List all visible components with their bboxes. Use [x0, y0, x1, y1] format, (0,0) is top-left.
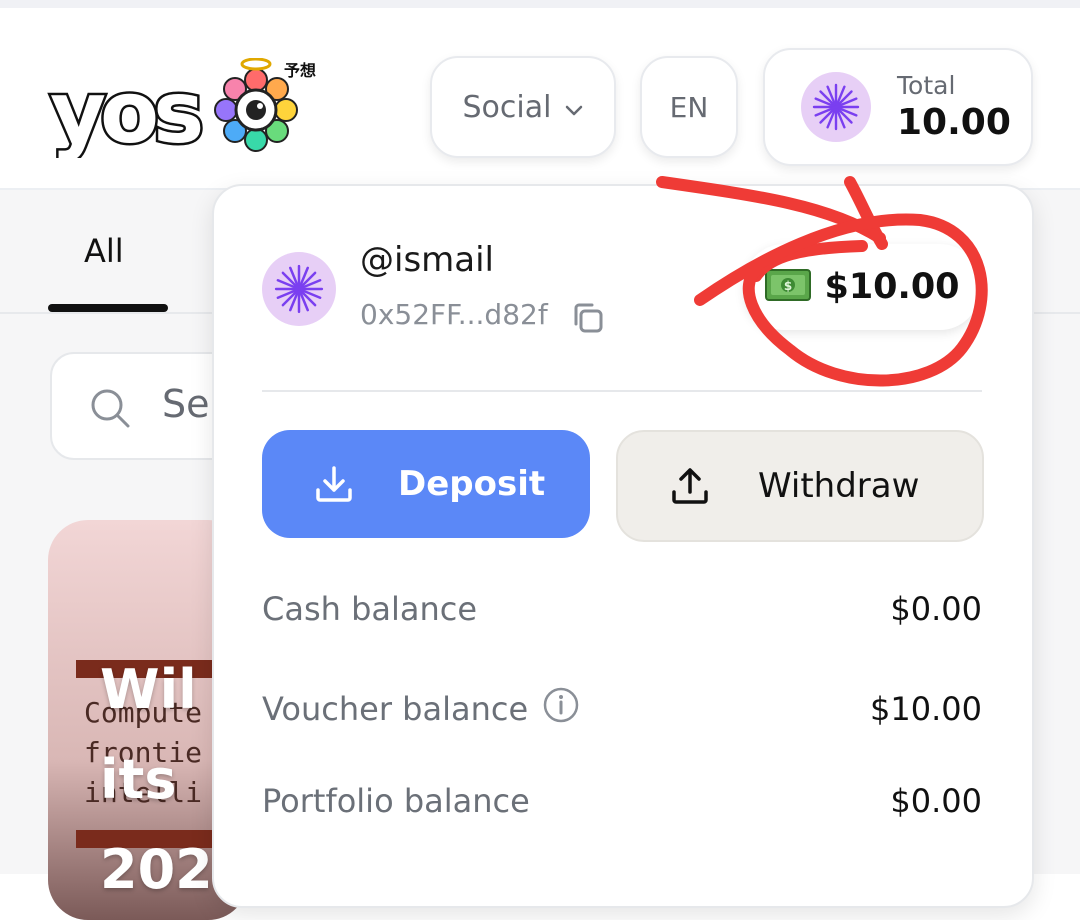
logo-kanji: 予想	[284, 61, 316, 80]
svg-text:$: $	[784, 279, 792, 293]
username: @ismail	[360, 240, 495, 280]
cash-balance-label: Cash balance	[262, 590, 478, 628]
voucher-balance-row: Voucher balance $10.00	[262, 686, 982, 732]
dollar-bills-icon: $	[764, 268, 812, 306]
search-placeholder: Se	[162, 382, 210, 426]
chevron-down-icon	[565, 90, 583, 125]
voucher-balance-label: Voucher balance	[262, 690, 529, 728]
info-icon[interactable]	[542, 686, 580, 732]
withdraw-label: Withdraw	[758, 466, 920, 506]
withdraw-button[interactable]: Withdraw	[616, 430, 984, 542]
app-header: yos 予想 Social EN Total 10.00	[0, 8, 1080, 190]
dropdown-divider	[262, 390, 982, 392]
top-strip	[0, 0, 1080, 8]
user-avatar-icon	[262, 252, 336, 326]
deposit-button[interactable]: Deposit	[262, 430, 590, 538]
copy-icon[interactable]	[570, 300, 606, 340]
category-dropdown-label: Social	[462, 89, 552, 125]
total-label: Total	[897, 71, 956, 100]
wallet-balance-amount: $10.00	[824, 267, 960, 307]
language-button[interactable]: EN	[640, 56, 738, 158]
wallet-address: 0x52FF...d82f	[360, 298, 548, 331]
language-label: EN	[669, 90, 709, 124]
active-tab-indicator	[48, 304, 168, 312]
portfolio-balance-row: Portfolio balance $0.00	[262, 782, 982, 820]
deposit-label: Deposit	[398, 464, 546, 504]
wallet-balance-badge[interactable]: $ $10.00	[744, 244, 980, 330]
portfolio-balance-value: $0.00	[890, 782, 982, 820]
category-dropdown[interactable]: Social	[430, 56, 616, 158]
yoso-logo[interactable]: yos 予想	[46, 57, 326, 166]
starburst-avatar-icon	[801, 72, 871, 142]
card-title-line: 202	[100, 838, 213, 901]
cash-balance-value: $0.00	[890, 590, 982, 628]
upload-icon	[672, 468, 708, 504]
voucher-balance-label-group: Voucher balance	[262, 686, 580, 732]
total-balance-button[interactable]: Total 10.00	[763, 48, 1033, 166]
cash-balance-row: Cash balance $0.00	[262, 590, 982, 628]
wallet-dropdown: @ismail 0x52FF...d82f $ $10.00 Deposit W…	[212, 184, 1034, 908]
tab-all[interactable]: All	[84, 232, 124, 270]
download-icon	[316, 466, 352, 502]
portfolio-balance-label: Portfolio balance	[262, 782, 530, 820]
card-title-line: Wil	[100, 658, 197, 721]
card-title-line: its	[100, 748, 177, 811]
voucher-balance-value: $10.00	[870, 690, 982, 728]
svg-text:yos: yos	[50, 63, 201, 158]
search-icon	[91, 389, 130, 428]
total-value: 10.00	[897, 102, 1011, 143]
